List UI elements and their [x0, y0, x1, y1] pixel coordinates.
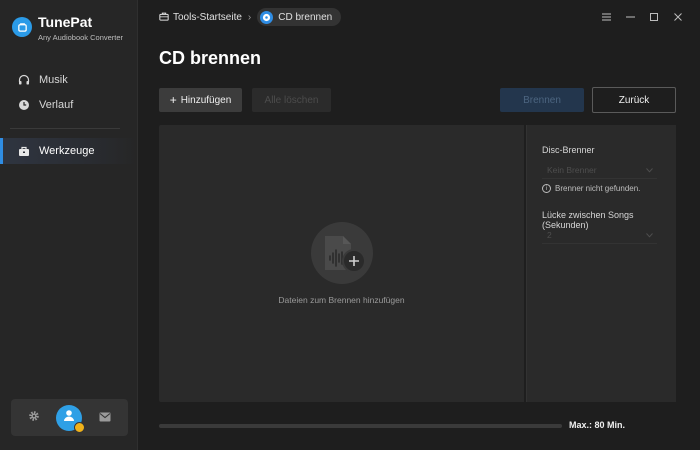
sidebar-item-verlauf[interactable]: Verlauf — [0, 92, 137, 118]
back-button[interactable]: Zurück — [592, 87, 676, 113]
breadcrumb-home[interactable]: Tools-Startseite — [159, 11, 242, 24]
sidebar-item-werkzeuge[interactable]: Werkzeuge — [0, 138, 137, 164]
app-logo-icon — [12, 17, 32, 37]
sidebar-item-musik[interactable]: Musik — [0, 67, 137, 93]
minimize-icon — [625, 8, 635, 26]
chevron-right-icon: › — [247, 11, 252, 23]
sidebar-divider — [10, 128, 120, 129]
sidebar-item-label: Verlauf — [39, 99, 74, 111]
burner-note-text: Brenner nicht gefunden. — [555, 184, 641, 193]
chevron-down-icon — [646, 230, 653, 240]
window-controls — [594, 10, 690, 24]
settings-panel: Disc-Brenner Kein Brenner i Brenner nich… — [526, 125, 676, 402]
toolbox-icon — [18, 145, 30, 157]
sidebar-item-label: Werkzeuge — [39, 145, 95, 157]
breadcrumb-current: CD brennen — [257, 8, 342, 26]
file-drop-zone[interactable]: Dateien zum Brennen hinzufügen — [159, 125, 524, 402]
breadcrumb-current-label: CD brennen — [278, 11, 333, 23]
delete-all-button-label: Alle löschen — [264, 94, 319, 106]
toolbox-icon — [159, 11, 173, 24]
sidebar: TunePat Any Audiobook Converter Musik Ve… — [0, 0, 138, 450]
close-icon — [674, 8, 682, 26]
gear-icon — [28, 409, 40, 427]
drop-zone-text: Dateien zum Brennen hinzufügen — [278, 295, 405, 305]
page-title: CD brennen — [159, 48, 262, 68]
burner-note: i Brenner nicht gefunden. — [542, 184, 640, 193]
burn-button[interactable]: Brennen — [500, 88, 584, 112]
capacity-bar — [159, 424, 562, 428]
maximize-icon — [650, 8, 658, 26]
breadcrumb: Tools-Startseite › CD brennen — [159, 8, 342, 26]
gap-select[interactable]: 2 — [542, 226, 657, 244]
capacity-label: Max.: 80 Min. — [569, 420, 626, 430]
minimize-button[interactable] — [618, 10, 642, 24]
burn-button-label: Brennen — [523, 94, 561, 106]
add-file-plus-icon — [342, 249, 366, 273]
clock-icon — [18, 99, 30, 111]
close-button[interactable] — [666, 10, 690, 24]
menu-button[interactable] — [594, 10, 618, 24]
cd-icon — [260, 10, 274, 24]
sidebar-item-label: Musik — [39, 74, 68, 86]
burner-select-value: Kein Brenner — [547, 164, 597, 175]
maximize-button[interactable] — [642, 10, 666, 24]
settings-button[interactable] — [22, 406, 46, 430]
sidebar-bottom-bar — [11, 399, 128, 436]
premium-badge-icon — [74, 421, 86, 433]
plus-icon: + — [169, 93, 177, 107]
burner-label: Disc-Brenner — [542, 145, 595, 155]
breadcrumb-home-label: Tools-Startseite — [173, 11, 242, 23]
burner-select[interactable]: Kein Brenner — [542, 161, 657, 179]
user-avatar-button[interactable] — [56, 404, 86, 433]
gap-select-value: 2 — [547, 229, 552, 240]
app-subtitle: Any Audiobook Converter — [38, 33, 124, 42]
mail-icon — [99, 409, 111, 427]
headphones-icon — [18, 74, 30, 86]
back-button-label: Zurück — [618, 94, 650, 106]
info-icon: i — [542, 184, 551, 193]
brand: TunePat Any Audiobook Converter — [12, 14, 123, 44]
chevron-down-icon — [646, 165, 653, 175]
delete-all-button[interactable]: Alle löschen — [252, 88, 331, 112]
app-name: TunePat — [38, 14, 93, 30]
menu-icon — [601, 8, 611, 26]
add-button[interactable]: + Hinzufügen — [159, 88, 242, 112]
add-button-label: Hinzufügen — [180, 94, 232, 106]
mail-button[interactable] — [93, 406, 117, 430]
